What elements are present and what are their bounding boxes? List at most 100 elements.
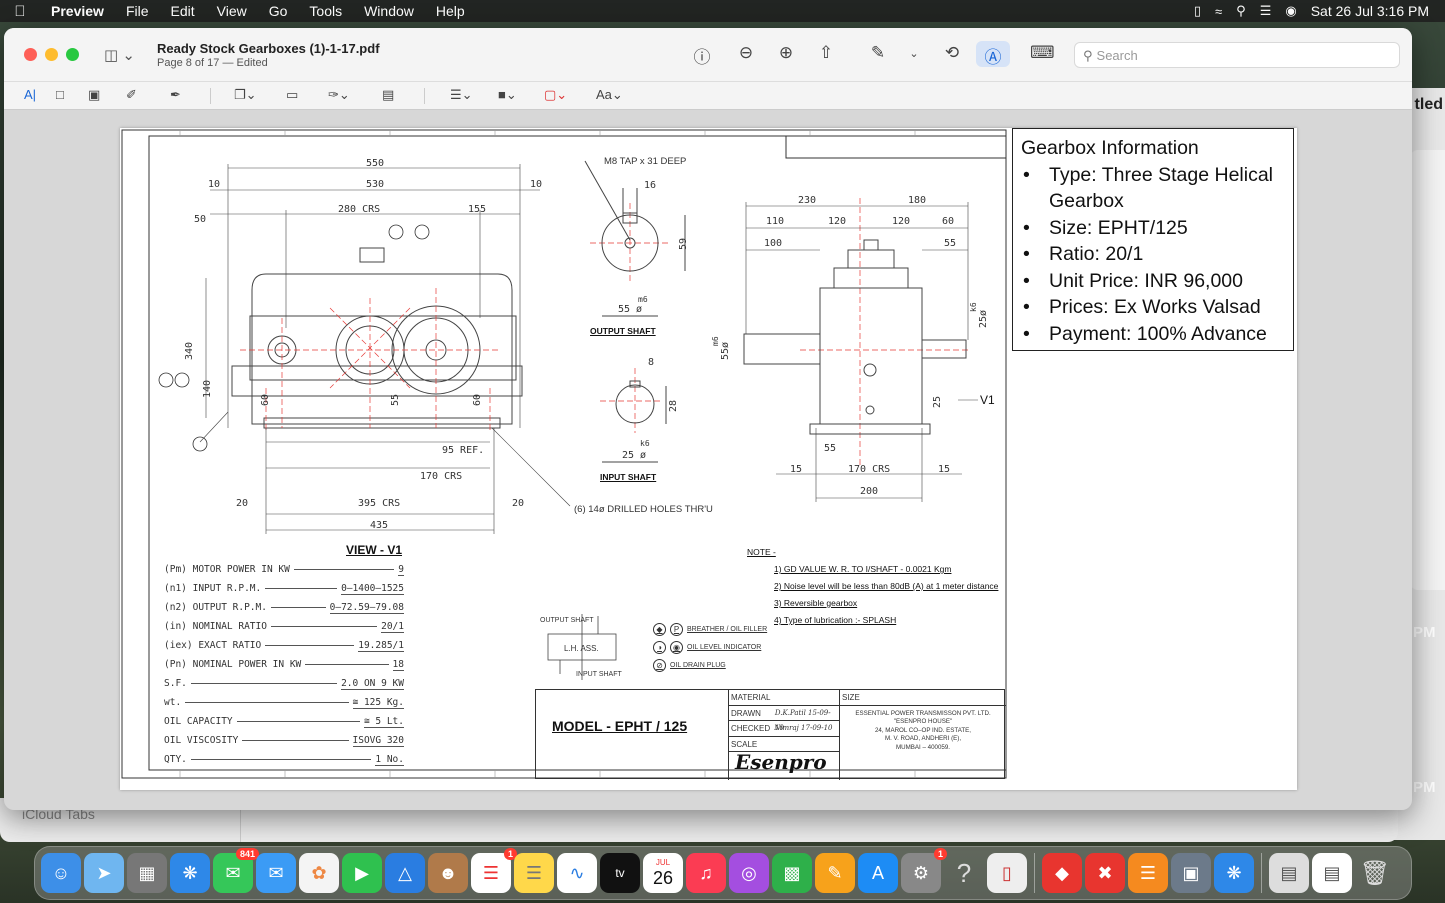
rotate-icon[interactable]: ⟲ (940, 43, 964, 63)
control-center-icon[interactable]: ☰ (1260, 3, 1272, 19)
trash-icon[interactable]: 🗑 (1355, 853, 1395, 893)
share-icon[interactable]: ⇧ (814, 43, 838, 63)
menu-file[interactable]: File (115, 3, 160, 19)
info-icon[interactable]: ⓘ (690, 43, 714, 68)
anydesk-icon[interactable]: ◆ (1042, 853, 1082, 893)
dimension-label: 120 (892, 216, 910, 227)
facetime-icon[interactable]: ▶ (342, 853, 382, 893)
menu-view[interactable]: View (206, 3, 258, 19)
safari-recent-icon[interactable]: ❋ (1214, 853, 1254, 893)
menu-window[interactable]: Window (353, 3, 425, 19)
search-input[interactable]: ⚲ Search (1074, 42, 1400, 68)
instant-alpha-icon[interactable]: ▣ (88, 87, 100, 103)
menu-clock[interactable]: Sat 26 Jul 3:16 PM (1311, 3, 1429, 19)
menu-help[interactable]: Help (425, 3, 476, 19)
sign-icon[interactable]: ✑⌄ (328, 87, 350, 103)
minimize-button[interactable] (45, 48, 58, 61)
contacts-icon[interactable]: ☻ (428, 853, 468, 893)
markup-toolbar: A| □ ▣ ✐ ✒ ❐⌄ ▭ ✑⌄ ▤ ☰⌄ ■⌄ ▢⌄ Aa⌄ (4, 82, 1412, 110)
sidebar-toggle-icon[interactable]: ◫ ⌄ (104, 46, 135, 64)
finder-icon[interactable]: ☺ (41, 853, 81, 893)
sketch-icon[interactable]: ✐ (126, 87, 137, 103)
form-filling-icon[interactable]: ⌨ (1030, 43, 1055, 63)
gearbox-info-textbox[interactable]: Gearbox Information Type: Three Stage He… (1012, 128, 1294, 351)
freeform-icon[interactable]: ∿ (557, 853, 597, 893)
pdf-page[interactable]: 550 530 10 10 280 CRS 155 50 340 140 60 … (120, 128, 1297, 790)
v1-arrow-label: V1 (980, 393, 995, 407)
title-block: MODEL - EPHT / 125 MATERIAL DRAWN D.K.Pat… (535, 689, 1006, 780)
symbol-legend: ◆ P BREATHER / OIL FILLER ◑ ◉ OIL LEVEL INDI… (653, 620, 767, 674)
markup-icon[interactable]: Ⓐ (976, 41, 1010, 67)
dimension-label: 60 (472, 394, 483, 406)
music-icon[interactable]: ♫ (686, 853, 726, 893)
remote-desktop-icon[interactable]: ✖ (1085, 853, 1125, 893)
text-style-button[interactable]: Aa⌄ (596, 87, 623, 103)
note-item: 4) Type of lubrication :- SPLASH (774, 615, 897, 625)
numbers-icon[interactable]: ▩ (772, 853, 812, 893)
reminders-icon[interactable]: ☰ 1 (471, 848, 517, 893)
shape-style-icon[interactable]: ☰⌄ (450, 87, 473, 103)
downloads-folder-icon[interactable]: ▤ (1269, 853, 1309, 893)
highlight-icon[interactable]: ✎ (866, 43, 890, 63)
help-icon[interactable]: ? (944, 853, 984, 893)
zoom-button[interactable] (66, 48, 79, 61)
company-block: SIZE ESSENTIAL POWER TRANSMISSON PVT. LT… (840, 690, 1006, 780)
battery-icon[interactable]: ▯ (1194, 3, 1201, 19)
notes-icon[interactable]: ☰ (514, 853, 554, 893)
divider (210, 88, 211, 104)
safari-icon[interactable]: ❋ (170, 853, 210, 893)
dock: ☺ ➤ ▦ ❋ ✉ 841 ✉ ✿ ▶ △ ☻ ☰ 1 ☰ ∿ tv JUL 26 ♫… (34, 846, 1412, 900)
leader-line (265, 645, 355, 646)
spec-value: 18 (392, 658, 404, 671)
document-title[interactable]: Ready Stock Gearboxes (1)-1-17.pdf (157, 41, 380, 56)
app-store-icon[interactable]: A (858, 853, 898, 893)
mail-icon[interactable]: ✉ (256, 853, 296, 893)
material-row: MATERIAL (729, 690, 839, 706)
system-settings-icon[interactable]: ⚙ 1 (901, 848, 947, 893)
documents-stack-icon[interactable]: ▤ (1312, 853, 1352, 893)
text-selection-icon[interactable]: A| (24, 87, 36, 102)
shapes-icon[interactable]: ❐⌄ (234, 87, 257, 103)
close-button[interactable] (24, 48, 37, 61)
maps-icon[interactable]: ➤ (84, 853, 124, 893)
apple-tv-icon[interactable]: tv (600, 853, 640, 893)
books-icon[interactable]: ☰ (1128, 853, 1168, 893)
dimension-label: 15 (790, 464, 802, 475)
pages-icon[interactable]: ✎ (815, 853, 855, 893)
dimension-label: 55 (824, 443, 836, 454)
dimension-label: 180 (908, 195, 926, 206)
preview-icon[interactable]: ▣ (1171, 853, 1211, 893)
background-window-title: tled (1414, 96, 1443, 113)
draw-icon[interactable]: ✒ (170, 87, 181, 103)
siri-icon[interactable]: ◉ (1285, 3, 1296, 19)
launchpad-icon[interactable]: ▦ (127, 853, 167, 893)
fill-color-icon[interactable]: ▢⌄ (544, 87, 567, 103)
zoom-in-icon[interactable]: ⊕ (774, 43, 798, 63)
menu-app-name[interactable]: Preview (40, 3, 115, 19)
zoom-out-icon[interactable]: ⊖ (734, 43, 758, 63)
note-icon[interactable]: ▤ (382, 87, 394, 103)
text-box-icon[interactable]: ▭ (286, 87, 298, 103)
calendar-icon[interactable]: JUL 26 (643, 853, 683, 893)
wifi-icon[interactable]: ≈ (1215, 4, 1222, 19)
menu-go[interactable]: Go (258, 3, 299, 19)
keynote-icon[interactable]: △ (385, 853, 425, 893)
border-color-icon[interactable]: ■⌄ (498, 87, 517, 103)
holes-note: (6) 14ø DRILLED HOLES THR'U (574, 504, 713, 515)
podcasts-icon[interactable]: ◎ (729, 853, 769, 893)
menu-tools[interactable]: Tools (298, 3, 353, 19)
chevron-down-icon[interactable]: ⌄ (902, 47, 926, 60)
messages-icon[interactable]: ✉ 841 (213, 848, 259, 893)
spotlight-icon[interactable]: ⚲ (1236, 3, 1246, 19)
spec-key: (n2) OUTPUT R.P.M. (164, 602, 267, 613)
dimension-label: 550 (366, 158, 384, 169)
rectangular-selection-icon[interactable]: □ (56, 87, 64, 102)
photos-icon[interactable]: ✿ (299, 853, 339, 893)
divider (424, 88, 425, 104)
menu-edit[interactable]: Edit (160, 3, 206, 19)
apple-menu-icon[interactable]:  (0, 3, 40, 20)
dimension-label: 55 (390, 394, 401, 406)
notes-block: NOTE - 1) GD VALUE W. R. TO I/SHAFT - 0.… (747, 547, 998, 632)
notes-title: NOTE - (747, 547, 776, 557)
iphone-mirroring-icon[interactable]: ▯ (987, 853, 1027, 893)
